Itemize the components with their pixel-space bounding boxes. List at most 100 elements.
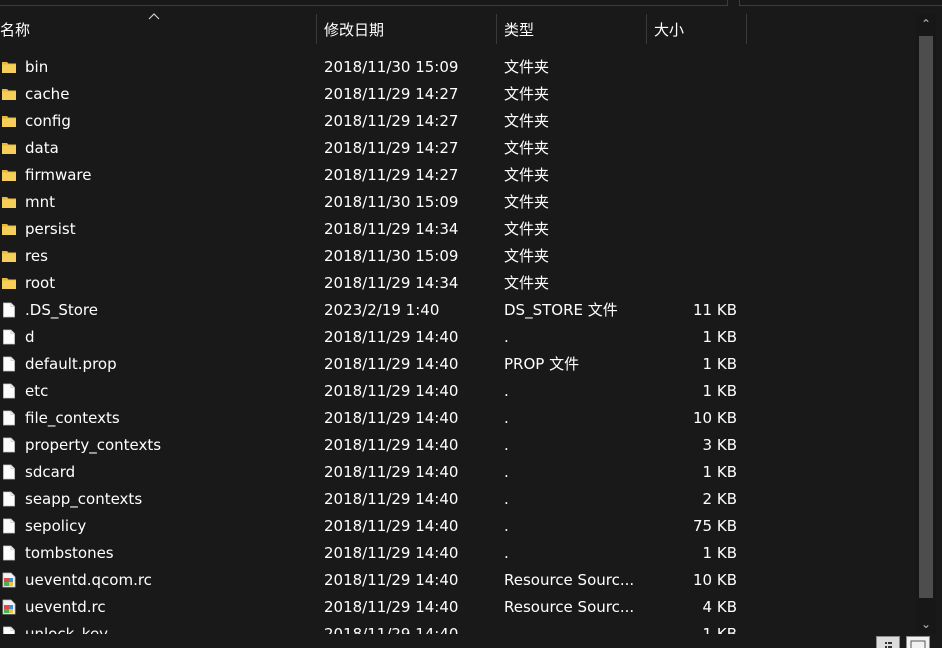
file-modified-date: 2018/11/29 14:27 xyxy=(324,139,459,157)
file-row[interactable]: persist 2018/11/29 14:34 文件夹 xyxy=(0,216,916,243)
file-row[interactable]: sepolicy 2018/11/29 14:40. 75 KB xyxy=(0,513,916,540)
file-explorer-window: 名称 修改日期 类型 大小 bin 2018/11/30 15:09 文件夹 cach… xyxy=(0,0,942,648)
file-type: 文件夹 xyxy=(504,193,550,211)
file-row[interactable]: data 2018/11/29 14:27 文件夹 xyxy=(0,135,916,162)
file-icon xyxy=(1,545,17,561)
file-icon xyxy=(1,383,17,399)
file-size xyxy=(646,243,737,270)
file-size: 1 KB xyxy=(702,328,737,346)
file-type: 文件夹 xyxy=(504,139,550,157)
file-row[interactable]: file_contexts 2018/11/29 14:40. 10 KB xyxy=(0,405,916,432)
file-type: 文件夹 xyxy=(504,247,550,265)
file-type: Resource Sourc... xyxy=(504,598,635,616)
large-icons-view-button[interactable] xyxy=(906,636,930,648)
file-row[interactable]: firmware 2018/11/29 14:27 文件夹 xyxy=(0,162,916,189)
file-row[interactable]: cache 2018/11/29 14:27 文件夹 xyxy=(0,81,916,108)
file-name: property_contexts xyxy=(25,436,162,454)
file-name: data xyxy=(25,139,59,157)
scroll-up-icon[interactable]: ⌃ xyxy=(916,16,936,33)
file-name: seapp_contexts xyxy=(25,490,143,508)
resource-file-icon xyxy=(1,599,17,615)
status-bar xyxy=(0,634,942,648)
file-icon xyxy=(1,464,17,480)
search-box[interactable] xyxy=(739,0,942,6)
vertical-scrollbar[interactable]: ⌃ ⌄ xyxy=(916,14,936,634)
file-row[interactable]: mnt 2018/11/30 15:09 文件夹 xyxy=(0,189,916,216)
file-size: 4 KB xyxy=(702,598,737,616)
file-row[interactable]: tombstones 2018/11/29 14:40. 1 KB xyxy=(0,540,916,567)
file-type: PROP 文件 xyxy=(504,355,580,373)
file-row[interactable]: ueventd.qcom.rc 2018/11/29 14:40 Resource … xyxy=(0,567,916,594)
column-type-header[interactable]: 类型 xyxy=(496,14,646,46)
file-type: 文件夹 xyxy=(504,112,550,130)
file-modified-date: 2018/11/29 14:34 xyxy=(324,220,459,238)
details-view-button[interactable] xyxy=(876,636,900,648)
file-type: . xyxy=(504,544,509,562)
file-name: config xyxy=(25,112,71,130)
file-row[interactable]: ueventd.rc 2018/11/29 14:40 Resource Sourc… xyxy=(0,594,916,621)
file-modified-date: 2018/11/29 14:40 xyxy=(324,544,459,562)
address-bar[interactable] xyxy=(0,0,728,6)
file-size xyxy=(646,135,737,162)
file-size xyxy=(646,270,737,297)
file-size xyxy=(646,81,737,108)
file-modified-date: 2018/11/29 14:34 xyxy=(324,274,459,292)
file-modified-date: 2018/11/30 15:09 xyxy=(324,193,459,211)
file-size: 3 KB xyxy=(702,436,737,454)
file-modified-date: 2018/11/29 14:40 xyxy=(324,355,459,373)
file-row[interactable]: seapp_contexts 2018/11/29 14:40. 2 KB xyxy=(0,486,916,513)
file-row[interactable]: sdcard 2018/11/29 14:40. 1 KB xyxy=(0,459,916,486)
file-row[interactable]: config 2018/11/29 14:27 文件夹 xyxy=(0,108,916,135)
folder-icon xyxy=(1,248,17,264)
file-row[interactable]: property_contexts 2018/11/29 14:40. 3 KB xyxy=(0,432,916,459)
file-name: etc xyxy=(25,382,49,400)
file-row[interactable]: root 2018/11/29 14:34 文件夹 xyxy=(0,270,916,297)
file-modified-date: 2018/11/29 14:40 xyxy=(324,436,459,454)
file-type: . xyxy=(504,490,509,508)
file-type: . xyxy=(504,463,509,481)
file-modified-date: 2018/11/30 15:09 xyxy=(324,247,459,265)
file-size xyxy=(646,108,737,135)
file-modified-date: 2018/11/29 14:40 xyxy=(324,463,459,481)
file-size xyxy=(646,162,737,189)
folder-icon xyxy=(1,86,17,102)
file-name: persist xyxy=(25,220,76,238)
folder-icon xyxy=(1,59,17,75)
file-name: file_contexts xyxy=(25,409,120,427)
file-modified-date: 2018/11/29 14:40 xyxy=(324,571,459,589)
column-date-header[interactable]: 修改日期 xyxy=(316,14,496,46)
file-size: 1 KB xyxy=(702,544,737,562)
file-name: cache xyxy=(25,85,70,103)
file-row[interactable]: res 2018/11/30 15:09 文件夹 xyxy=(0,243,916,270)
file-modified-date: 2018/11/29 14:27 xyxy=(324,85,459,103)
file-row[interactable]: etc 2018/11/29 14:40. 1 KB xyxy=(0,378,916,405)
file-name: res xyxy=(25,247,48,265)
column-size-header[interactable]: 大小 xyxy=(646,14,746,46)
file-modified-date: 2018/11/29 14:40 xyxy=(324,382,459,400)
file-name: tombstones xyxy=(25,544,114,562)
file-icon xyxy=(1,302,17,318)
file-size: 75 KB xyxy=(693,517,737,535)
scroll-down-icon[interactable]: ⌄ xyxy=(916,616,936,633)
folder-icon xyxy=(1,113,17,129)
file-size: 2 KB xyxy=(702,490,737,508)
file-type: . xyxy=(504,382,509,400)
column-divider[interactable] xyxy=(746,14,747,44)
file-name: sepolicy xyxy=(25,517,87,535)
file-icon xyxy=(1,356,17,372)
column-name-header[interactable]: 名称 xyxy=(0,14,316,46)
file-size: 1 KB xyxy=(702,463,737,481)
folder-icon xyxy=(1,221,17,237)
scrollbar-thumb[interactable] xyxy=(919,36,933,598)
folder-icon xyxy=(1,194,17,210)
file-modified-date: 2018/11/29 14:40 xyxy=(324,328,459,346)
file-row[interactable]: default.prop 2018/11/29 14:40 PROP 文件 1 KB xyxy=(0,351,916,378)
file-type: 文件夹 xyxy=(504,274,550,292)
file-modified-date: 2018/11/29 14:27 xyxy=(324,112,459,130)
file-modified-date: 2018/11/29 14:40 xyxy=(324,517,459,535)
file-row[interactable]: bin 2018/11/30 15:09 文件夹 xyxy=(0,54,916,81)
file-row[interactable]: .DS_Store 2023/2/19 1:40 DS_STORE 文件 11 KB xyxy=(0,297,916,324)
file-name: d xyxy=(25,328,35,346)
file-size: 1 KB xyxy=(702,382,737,400)
file-row[interactable]: d 2018/11/29 14:40. 1 KB xyxy=(0,324,916,351)
